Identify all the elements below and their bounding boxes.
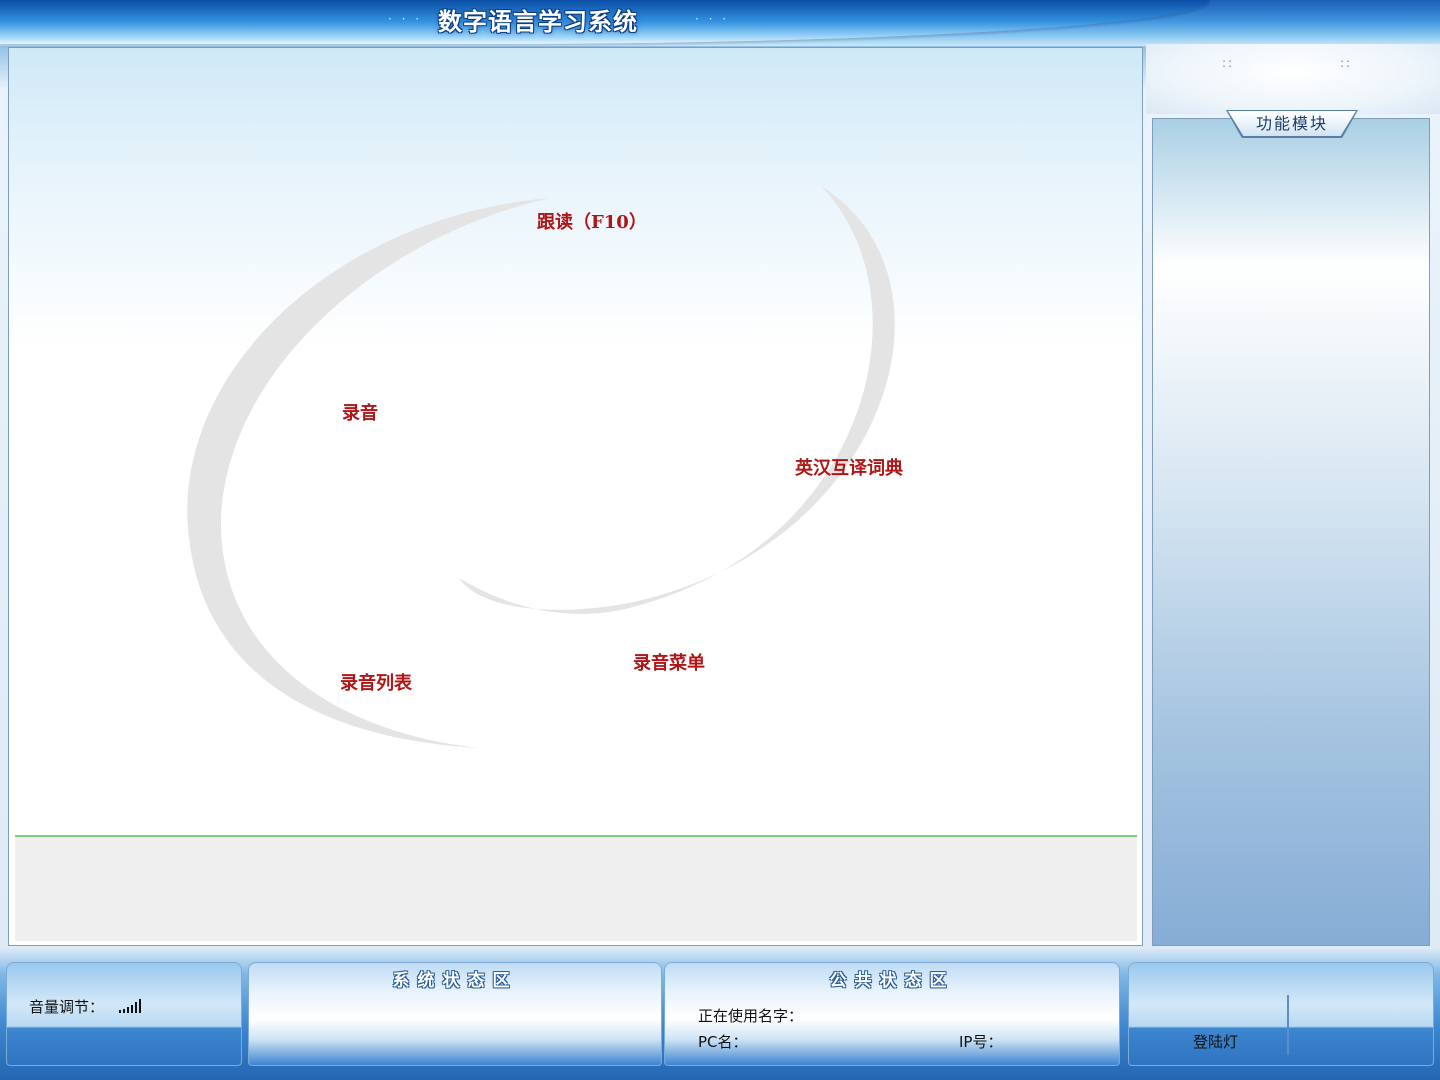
title-left-dots: · · · — [388, 12, 423, 26]
login-light-panel: 登陆灯 — [1128, 962, 1434, 1066]
follow-read-link[interactable]: 跟读（F10） — [537, 208, 647, 234]
ip-label: IP号： — [959, 1033, 1003, 1051]
title-right-dots: · · · — [695, 12, 730, 26]
system-status-header: 系统状态区 — [392, 971, 518, 991]
main-footer-strip — [15, 835, 1137, 941]
right-top-area: :: :: — [1146, 44, 1440, 114]
volume-panel: 音量调节： — [6, 962, 242, 1066]
public-status-header: 公共状态区 — [829, 971, 955, 991]
using-name-label: 正在使用名字： — [698, 1007, 804, 1025]
record-link[interactable]: 录音 — [342, 399, 378, 425]
swirl-decoration — [187, 186, 895, 748]
app-title: 数字语言学习系统 — [438, 7, 638, 36]
function-module-panel — [1152, 118, 1430, 946]
right-top-dots-left: :: — [1222, 56, 1235, 70]
dictionary-link[interactable]: 英汉互译词典 — [795, 454, 903, 480]
main-content-panel: 跟读（F10） 录音 英汉互译词典 录音菜单 录音列表 — [8, 47, 1143, 946]
right-top-dots-right: :: — [1340, 56, 1353, 70]
record-list-link[interactable]: 录音列表 — [340, 669, 412, 695]
pc-name-label: PC名： — [698, 1033, 748, 1051]
volume-bars-icon[interactable] — [119, 997, 141, 1013]
title-bar: · · · 数字语言学习系统 · · · — [0, 0, 1440, 46]
login-divider — [1287, 995, 1289, 1055]
public-status-panel: 公共状态区 正在使用名字： PC名： IP号： — [664, 962, 1120, 1066]
login-light-label: 登陆灯 — [1193, 1033, 1239, 1051]
volume-label: 音量调节： — [29, 998, 105, 1016]
record-menu-link[interactable]: 录音菜单 — [633, 649, 705, 675]
system-status-panel: 系统状态区 — [248, 962, 662, 1066]
module-tab-label: 功能模块 — [1255, 114, 1328, 133]
